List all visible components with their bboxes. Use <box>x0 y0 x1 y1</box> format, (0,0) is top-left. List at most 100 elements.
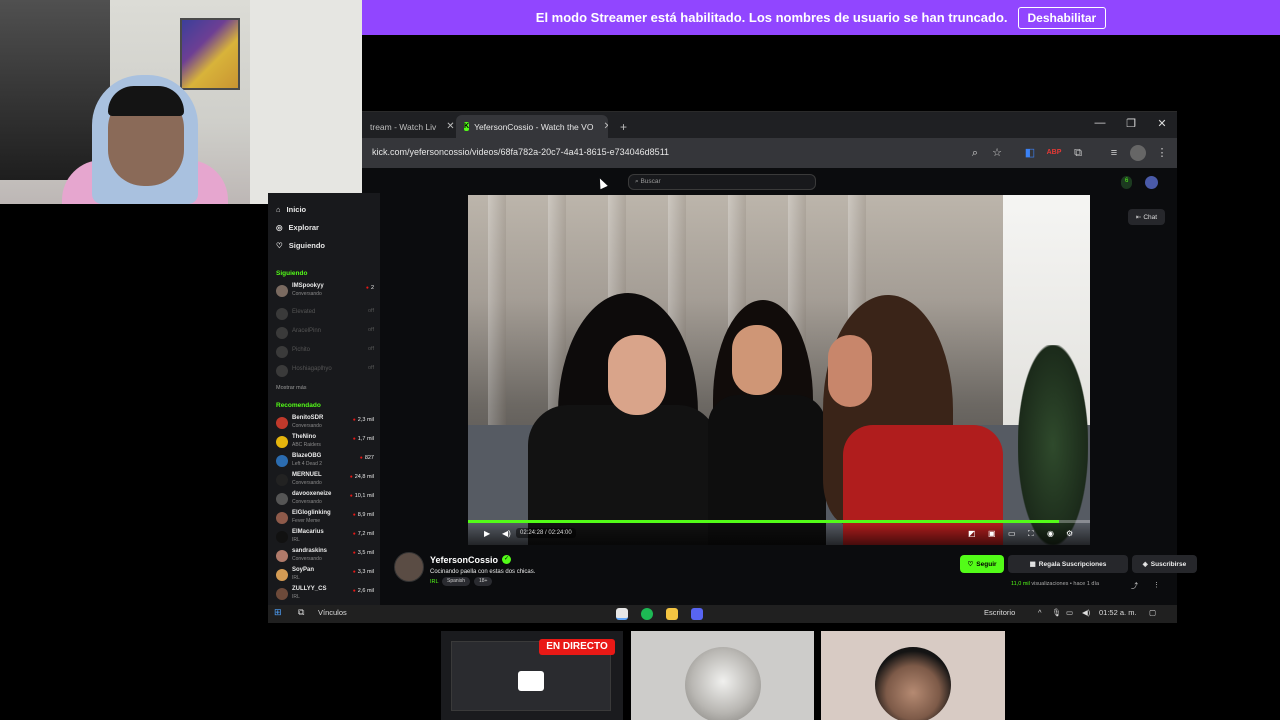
pip-icon[interactable]: ▣ <box>988 529 996 538</box>
disable-streamer-mode-button[interactable]: Deshabilitar <box>1017 6 1107 29</box>
microphone-icon[interactable]: 🎙 <box>1052 608 1062 617</box>
recommended-channel[interactable]: ElGloglinking Fever Meme 8,9 mil <box>276 510 376 528</box>
theater-mode-icon[interactable]: ▭ <box>1008 529 1016 538</box>
channel-name: Pichito <box>292 347 311 353</box>
volume-icon[interactable]: ◀) <box>502 529 511 538</box>
settings-gear-icon[interactable]: ⚙ <box>1066 529 1073 538</box>
new-tab-button[interactable]: + <box>612 115 632 138</box>
viewer-count: 2 <box>366 285 374 291</box>
following-channel[interactable]: Pichito off <box>276 344 376 362</box>
channel-info-bar: YefersonCossio ✓ Cocinando paella con es… <box>380 546 1197 606</box>
close-icon[interactable]: ✕ <box>446 121 454 132</box>
points-count: 6 <box>1125 178 1129 184</box>
recommended-channel[interactable]: BlazeOBG Left 4 Dead 2 827 <box>276 453 376 471</box>
fullscreen-icon[interactable]: ⛶ <box>1028 529 1034 539</box>
share-icon[interactable]: ⤴ <box>1131 581 1138 591</box>
tab-yefersoncossio[interactable]: K YefersonCossio - Watch the VO ✕ <box>456 115 608 138</box>
discord-app-icon[interactable] <box>691 608 703 620</box>
extension-translate-icon[interactable]: ◧ <box>1022 145 1038 161</box>
video-controls: ▶ ◀) 02:24:28 / 02:24:00 ◩ ▣ ▭ ⛶ ◉ ⚙ <box>468 523 1090 545</box>
tag-language[interactable]: Spanish <box>442 577 471 586</box>
recommended-channel[interactable]: SoyPan IRL 3,3 mil <box>276 567 376 585</box>
zoom-icon[interactable]: ⌕ <box>967 145 983 161</box>
streamer-mode-message: El modo Streamer está habilitado. Los no… <box>535 10 1008 25</box>
recommended-channel[interactable]: TheNino ABC Raiders 1,7 mil <box>276 434 376 452</box>
video-person-face <box>732 325 782 395</box>
close-icon[interactable]: ✕ <box>603 121 608 132</box>
tray-overflow-icon[interactable]: ^ <box>1038 608 1042 617</box>
video-scene-tree <box>1018 345 1088 545</box>
viewer-count: 24,8 mil <box>350 474 374 480</box>
participant-tile-cat[interactable] <box>631 631 814 720</box>
window-close-button[interactable]: ✕ <box>1152 117 1172 133</box>
show-more-link[interactable]: Mostrar más <box>276 385 307 391</box>
links-toolbar[interactable]: Vínculos <box>318 608 347 617</box>
extensions-puzzle-icon[interactable]: ⧉ <box>1070 145 1086 161</box>
network-icon[interactable]: ▭ <box>1066 608 1073 617</box>
task-view-icon[interactable]: ⧉ <box>298 607 304 618</box>
following-channel[interactable]: Hoshiagaplhyo off <box>276 363 376 381</box>
gift-subs-button[interactable]: ▦ Regala Suscripciones <box>1008 555 1128 573</box>
following-channel[interactable]: IMSpookyy Conversando 2 <box>276 283 376 301</box>
play-icon[interactable]: ▶ <box>484 529 490 538</box>
tag-age-rating[interactable]: 18+ <box>474 577 493 586</box>
follow-button[interactable]: ♡ Seguir <box>960 555 1004 573</box>
channel-category: Fever Meme <box>292 518 321 524</box>
recommended-channel[interactable]: sandraskins Conversando 3,5 mil <box>276 548 376 566</box>
windows-start-icon[interactable]: ⊞ <box>274 607 282 618</box>
recommended-channel[interactable]: ElMacarius IRL 7,2 mil <box>276 529 376 547</box>
speed-icon[interactable]: ◉ <box>1047 529 1054 538</box>
sidebar-item-siguiendo[interactable]: ♡ Siguiendo <box>276 241 325 250</box>
avatar <box>276 285 288 297</box>
avatar <box>276 346 288 358</box>
adblock-icon[interactable]: ABP <box>1046 145 1062 161</box>
channel-avatar[interactable] <box>394 552 424 582</box>
webcam-overlay <box>0 0 362 204</box>
taskbar-clock[interactable]: 01:52 a. m. <box>1099 608 1137 617</box>
chat-arrow-icon: ⇤ <box>1135 214 1142 221</box>
desktop-toolbar[interactable]: Escritorio <box>984 608 1015 617</box>
following-channel[interactable]: Elevated off <box>276 306 376 324</box>
url-field[interactable]: kick.com/yefersoncossio/videos/68fa782a-… <box>372 147 669 157</box>
chrome-app-icon[interactable] <box>616 608 628 620</box>
avatar <box>276 512 288 524</box>
profile-avatar-icon[interactable] <box>1130 145 1146 161</box>
channel-name[interactable]: YefersonCossio <box>430 555 498 565</box>
minimize-button[interactable]: — <box>1090 117 1110 133</box>
speaker-icon[interactable]: ◀) <box>1082 608 1090 617</box>
clip-icon[interactable]: ◩ <box>968 529 976 538</box>
viewer-count: 7,2 mil <box>353 531 374 537</box>
following-channel[interactable]: AracelPinn off <box>276 325 376 343</box>
video-player[interactable]: ▶ ◀) 02:24:28 / 02:24:00 ◩ ▣ ▭ ⛶ ◉ ⚙ <box>468 195 1090 545</box>
video-category[interactable]: IRL <box>430 579 439 585</box>
recommended-channel[interactable]: ZULLYY_CS IRL 2,6 mil <box>276 586 376 604</box>
search-input[interactable]: ⌕ Buscar <box>628 174 816 190</box>
sidebar-item-explorar[interactable]: ◎ Explorar <box>276 223 319 232</box>
recommended-channel[interactable]: BenitoSDR Conversando 2,3 mil <box>276 415 376 433</box>
viewer-count: 10,1 mil <box>350 493 374 499</box>
notifications-icon[interactable]: ▢ <box>1149 608 1156 617</box>
browser-menu-icon[interactable]: ⋮ <box>1154 145 1170 161</box>
avatar <box>276 327 288 339</box>
more-options-icon[interactable]: ⋮ <box>1153 581 1160 589</box>
show-chat-button[interactable]: ⇤ Chat <box>1128 209 1165 225</box>
recommended-channel[interactable]: MERNUEL Conversando 24,8 mil <box>276 472 376 490</box>
chat-label: Chat <box>1143 213 1158 221</box>
restore-button[interactable]: ❐ <box>1121 117 1141 133</box>
bookmark-star-icon[interactable]: ☆ <box>989 145 1005 161</box>
tab-stream[interactable]: tream - Watch Liv ✕ <box>362 115 454 138</box>
participant-tile-person[interactable] <box>821 631 1005 720</box>
kick-points-pill[interactable]: 6 <box>1121 176 1133 189</box>
spotify-app-icon[interactable] <box>641 608 653 620</box>
recommended-channel[interactable]: davooxeneize Conversando 10,1 mil <box>276 491 376 509</box>
channel-name: Elevated <box>292 309 316 315</box>
file-explorer-app-icon[interactable] <box>666 608 678 620</box>
offline-indicator: off <box>367 327 374 333</box>
user-avatar[interactable] <box>1145 176 1158 189</box>
person-avatar <box>875 647 951 720</box>
sidebar-item-inicio[interactable]: ⌂ Inicio <box>276 205 306 214</box>
avatar <box>276 550 288 562</box>
media-control-icon[interactable]: ≡ <box>1106 145 1122 161</box>
subscribe-button[interactable]: ◈ Suscribirse <box>1132 555 1197 573</box>
channel-name: sandraskins <box>292 548 328 554</box>
